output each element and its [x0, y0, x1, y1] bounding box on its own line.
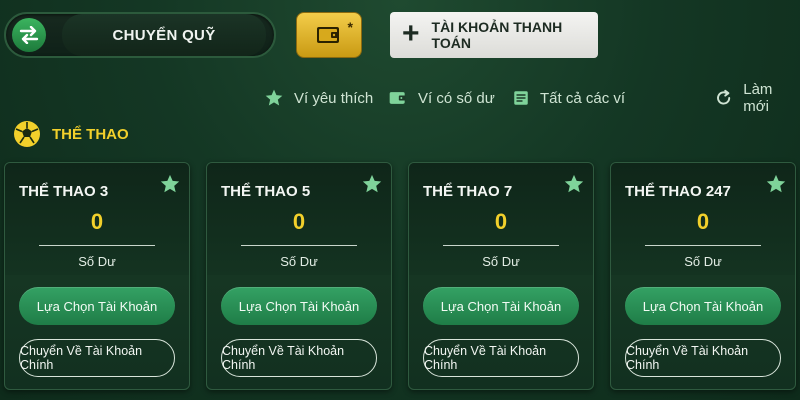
favorite-star-button[interactable]: [563, 173, 585, 200]
soccer-ball-icon: [14, 121, 40, 147]
divider: [645, 245, 761, 246]
filter-all-wallets[interactable]: Tất cả các ví: [512, 86, 625, 110]
star-icon: [766, 174, 786, 193]
wallet-balance: 0: [90, 209, 104, 234]
wallet-badge: *: [347, 19, 353, 35]
wallet-card: THỂ THAO 7 0 Số Dư Lựa Chọn Tài Khoản Ch…: [408, 162, 594, 390]
transfer-to-main-button[interactable]: Chuyển Về Tài Khoản Chính: [423, 339, 579, 377]
transfer-to-main-button[interactable]: Chuyển Về Tài Khoản Chính: [221, 339, 377, 377]
wallet-balance: 0: [696, 209, 710, 234]
section-header-sports: THỂ THAO: [12, 118, 129, 150]
refresh-icon: [717, 89, 731, 105]
wallet-name: THỂ THAO 7: [423, 183, 513, 200]
star-icon: [160, 174, 180, 193]
star-icon: [564, 174, 584, 193]
filter-label: Ví có số dư: [418, 89, 495, 107]
balance-label: Số Dư: [684, 254, 722, 269]
wallet-card: THỂ THAO 247 0 Số Dư Lựa Chọn Tài Khoản …: [610, 162, 796, 390]
favorite-star-button[interactable]: [765, 173, 787, 200]
refresh-button[interactable]: Làm mới: [714, 81, 800, 115]
favorite-star-button[interactable]: [159, 173, 181, 200]
favorite-star-button[interactable]: [361, 173, 383, 200]
wallet-filters: Ví yêu thích Ví có số dư Tất cả các ví L…: [0, 81, 800, 115]
balance-label: Số Dư: [482, 254, 520, 269]
transfer-fund-tab[interactable]: CHUYỂN QUỸ: [4, 12, 276, 58]
wallet-name: THỂ THAO 247: [625, 183, 731, 200]
filter-wallets-with-balance[interactable]: Ví có số dư: [388, 86, 495, 110]
select-account-button[interactable]: Lựa Chọn Tài Khoản: [423, 287, 579, 325]
transfer-to-main-button[interactable]: Chuyển Về Tài Khoản Chính: [625, 339, 781, 377]
divider: [39, 245, 155, 246]
star-icon: [362, 174, 382, 193]
wallet-icon: [389, 92, 406, 104]
filter-label: Tất cả các ví: [540, 89, 626, 107]
section-title: THỂ THAO: [52, 125, 129, 143]
divider: [241, 245, 357, 246]
filter-label: Ví yêu thích: [294, 89, 374, 107]
wallet-icon: [317, 27, 339, 43]
wallet-name: THỂ THAO 3: [19, 183, 109, 200]
divider: [443, 245, 559, 246]
transfer-to-main-button[interactable]: Chuyển Về Tài Khoản Chính: [19, 339, 175, 377]
payment-account-label: TÀI KHOẢN THANH TOÁN: [431, 19, 563, 51]
transfer-arrows-icon: [12, 18, 46, 52]
filter-favorite-wallets[interactable]: Ví yêu thích: [264, 86, 373, 110]
wallet-name: THỂ THAO 5: [221, 183, 311, 200]
transfer-fund-label: CHUYỂN QUỸ: [62, 14, 266, 56]
wallet-button[interactable]: *: [296, 12, 362, 58]
select-account-button[interactable]: Lựa Chọn Tài Khoản: [625, 287, 781, 325]
wallet-balance: 0: [292, 209, 306, 234]
plus-icon: +: [402, 17, 420, 50]
wallet-card: THỂ THAO 3 0 Số Dư Lựa Chọn Tài Khoản Ch…: [4, 162, 190, 390]
payment-account-button[interactable]: + TÀI KHOẢN THANH TOÁN: [390, 12, 598, 58]
wallet-card: THỂ THAO 5 0 Số Dư Lựa Chọn Tài Khoản Ch…: [206, 162, 392, 390]
wallet-list-icon: [514, 91, 528, 105]
balance-label: Số Dư: [280, 254, 318, 269]
star-icon: [265, 89, 283, 106]
balance-label: Số Dư: [78, 254, 116, 269]
refresh-label: Làm mới: [743, 81, 773, 115]
select-account-button[interactable]: Lựa Chọn Tài Khoản: [19, 287, 175, 325]
wallet-balance: 0: [494, 209, 508, 234]
select-account-button[interactable]: Lựa Chọn Tài Khoản: [221, 287, 377, 325]
